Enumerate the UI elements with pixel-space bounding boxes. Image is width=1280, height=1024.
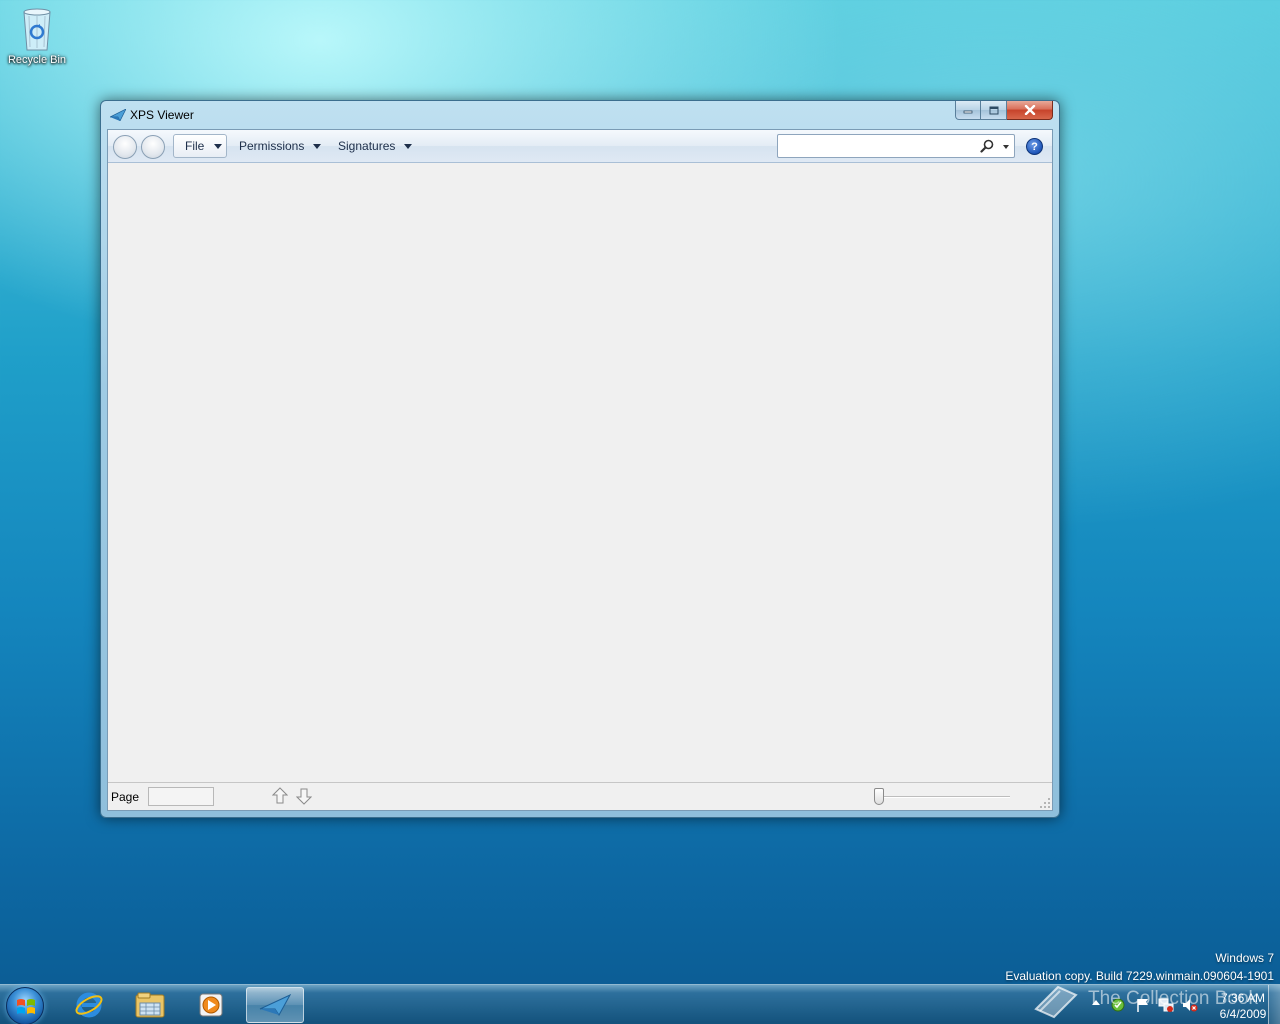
close-icon: [1024, 105, 1035, 115]
signatures-menu-button[interactable]: Signatures: [338, 134, 413, 158]
notification-area: 7:36 AM 6/4/2009: [1050, 985, 1280, 1024]
file-menu-button[interactable]: File: [173, 134, 227, 158]
desktop-icon-recycle-bin[interactable]: Recycle Bin: [4, 6, 70, 66]
page-number-input[interactable]: [148, 787, 214, 806]
caption-buttons: [955, 101, 1053, 121]
file-menu-label: File: [185, 139, 205, 153]
taskbar-xps-viewer[interactable]: [246, 987, 304, 1023]
volume-muted-icon[interactable]: [1182, 997, 1198, 1013]
folder-icon: [135, 992, 165, 1018]
taskbar-windows-explorer[interactable]: [121, 987, 179, 1023]
next-page-button[interactable]: [296, 787, 312, 805]
permissions-menu-button[interactable]: Permissions: [239, 134, 322, 158]
back-button[interactable]: [113, 135, 137, 159]
evaluation-watermark: Windows 7 Evaluation copy. Build 7229.wi…: [1005, 949, 1274, 985]
show-hidden-icons-button[interactable]: [1092, 1000, 1100, 1005]
windows-start-icon: [17, 999, 35, 1014]
watermark-line-2: Evaluation copy. Build 7229.winmain.0906…: [1005, 969, 1274, 983]
media-player-icon: [199, 993, 223, 1017]
close-button[interactable]: [1007, 101, 1053, 120]
permissions-menu-label: Permissions: [239, 139, 305, 153]
internet-explorer-icon: [75, 992, 103, 1018]
window-client-area: File Permissions Signatures ? Page: [107, 129, 1053, 811]
system-clock[interactable]: 7:36 AM 6/4/2009: [1216, 990, 1270, 1022]
page-label: Page: [111, 790, 140, 804]
search-box: [777, 134, 1015, 158]
signatures-menu-label: Signatures: [338, 139, 396, 153]
zoom-slider-track[interactable]: [876, 796, 1010, 798]
search-options-dropdown[interactable]: [1003, 145, 1009, 149]
taskbar-media-player[interactable]: [182, 987, 240, 1023]
watermark-line-1: Windows 7: [1215, 951, 1274, 965]
resize-grip-icon[interactable]: [1040, 798, 1050, 808]
maximize-button[interactable]: [981, 101, 1007, 120]
previous-page-button[interactable]: [272, 787, 288, 805]
start-button[interactable]: [6, 987, 44, 1024]
clock-date: 6/4/2009: [1219, 1007, 1267, 1021]
network-icon[interactable]: [1158, 997, 1174, 1013]
navigation-buttons: [113, 135, 167, 159]
minimize-icon: [963, 110, 973, 114]
down-arrow-icon: [296, 788, 312, 805]
window-title: XPS Viewer: [130, 108, 194, 122]
action-center-icon[interactable]: [1110, 997, 1126, 1013]
search-input[interactable]: [781, 137, 971, 155]
status-bar: Page: [108, 782, 1052, 810]
forward-button[interactable]: [141, 135, 165, 159]
minimize-button[interactable]: [955, 101, 981, 120]
taskbar: 7:36 AM 6/4/2009: [0, 984, 1280, 1024]
xps-viewer-icon: [259, 994, 291, 1016]
recycle-bin-icon: [20, 6, 54, 52]
search-icon[interactable]: [980, 139, 994, 153]
up-arrow-icon: [272, 787, 288, 804]
document-area[interactable]: [108, 163, 1052, 782]
clock-time: 7:36 AM: [1220, 991, 1266, 1005]
maximize-icon: [989, 106, 998, 114]
xps-viewer-window: XPS Viewer File Permissions Signatures ?…: [100, 100, 1060, 818]
recycle-bin-label: Recycle Bin: [7, 54, 67, 66]
show-desktop-button[interactable]: [1268, 985, 1280, 1024]
help-button[interactable]: ?: [1026, 138, 1043, 155]
toolbar: File Permissions Signatures ?: [108, 130, 1052, 163]
title-bar[interactable]: XPS Viewer: [101, 101, 1059, 129]
chevron-down-icon: [404, 143, 413, 149]
chevron-down-icon: [313, 143, 322, 149]
flag-icon[interactable]: [1135, 997, 1151, 1013]
zoom-slider-thumb[interactable]: [874, 788, 884, 805]
xps-viewer-icon: [110, 109, 126, 121]
chevron-down-icon: [214, 144, 222, 149]
taskbar-internet-explorer[interactable]: [60, 987, 118, 1023]
